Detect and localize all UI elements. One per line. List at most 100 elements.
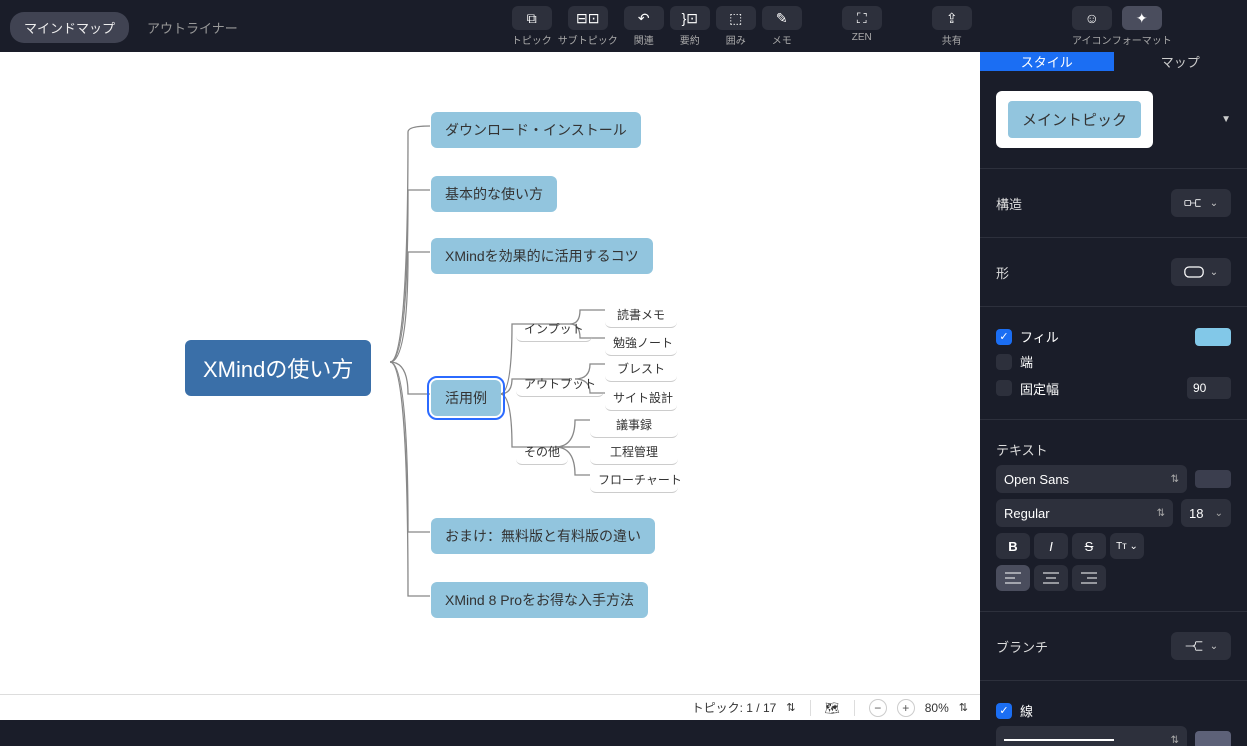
- format-icon: ✦: [1136, 10, 1148, 27]
- fill-color-swatch[interactable]: [1195, 328, 1231, 346]
- toolbar-right1: ⛶ZEN: [842, 6, 882, 43]
- shape-section: 形 ⌄: [980, 238, 1247, 307]
- chevron-down-icon: ⌄: [1210, 641, 1218, 652]
- preview-node: メイントピック: [1008, 101, 1141, 138]
- checkbox-checked-icon: ✓: [996, 703, 1012, 719]
- bold-button[interactable]: B: [996, 533, 1030, 559]
- subtopic-button[interactable]: ⊟⊡サブトピック: [558, 6, 618, 47]
- fixedwidth-input[interactable]: [1187, 377, 1231, 399]
- view-outliner[interactable]: アウトライナー: [133, 12, 252, 43]
- text-section: テキスト Open Sans⇅ Regular⇅ 18⌄ B I S Tᴛ ⌄: [980, 420, 1247, 612]
- panel-tabs: スタイル マップ: [980, 52, 1247, 71]
- node-leaf[interactable]: 読書メモ: [605, 302, 677, 328]
- zen-icon: ⛶: [857, 10, 867, 27]
- node-sub[interactable]: インプット: [516, 316, 592, 342]
- size-select[interactable]: 18⌄: [1181, 499, 1231, 527]
- zen-button[interactable]: ⛶ZEN: [842, 6, 882, 43]
- align-left-button[interactable]: [996, 565, 1030, 591]
- updown-icon: ⇅: [1171, 735, 1179, 746]
- text-color-swatch[interactable]: [1195, 470, 1231, 488]
- node-sub[interactable]: アウトプット: [516, 371, 604, 397]
- node-main[interactable]: 基本的な使い方: [431, 176, 557, 212]
- line-style-select[interactable]: ⇅: [996, 726, 1187, 746]
- summary-icon: }⊡: [682, 10, 698, 27]
- align-right-button[interactable]: [1072, 565, 1106, 591]
- node-sub[interactable]: その他: [516, 439, 568, 465]
- node-main-selected[interactable]: 活用例: [431, 380, 501, 416]
- view-mindmap[interactable]: マインドマップ: [10, 12, 129, 43]
- status-bar: トピック: 1 / 17 ⇅ 🗺 − + 80% ⇅: [0, 694, 980, 720]
- font-select[interactable]: Open Sans⇅: [996, 465, 1187, 493]
- chevron-down-icon: ⌄: [1210, 267, 1218, 278]
- icon-panel-button[interactable]: ☺アイコン: [1072, 6, 1112, 47]
- branch-label: ブランチ: [996, 637, 1048, 656]
- updown-icon: ⇅: [1157, 508, 1165, 519]
- updown-icon[interactable]: ⇅: [786, 701, 795, 714]
- text-section-label: テキスト: [996, 440, 1048, 459]
- strike-button[interactable]: S: [1072, 533, 1106, 559]
- zoom-caret-icon[interactable]: ⇅: [959, 701, 968, 714]
- canvas[interactable]: XMindの使い方 ダウンロード・インストール 基本的な使い方 XMindを効果…: [0, 52, 980, 720]
- preview-caret-icon[interactable]: ▼: [1221, 114, 1231, 125]
- structure-picker[interactable]: ⌄: [1171, 189, 1231, 217]
- zoom-in-button[interactable]: +: [897, 699, 915, 717]
- shape-picker[interactable]: ⌄: [1171, 258, 1231, 286]
- chevron-down-icon: ⌄: [1210, 198, 1218, 209]
- checkbox-checked-icon: ✓: [996, 329, 1012, 345]
- weight-select[interactable]: Regular⇅: [996, 499, 1173, 527]
- line-color-swatch[interactable]: [1195, 731, 1231, 746]
- tab-style[interactable]: スタイル: [980, 52, 1114, 71]
- node-root[interactable]: XMindの使い方: [185, 340, 371, 396]
- fixedwidth-checkbox[interactable]: 固定幅: [996, 379, 1059, 398]
- updown-icon: ⇅: [1171, 474, 1179, 485]
- line-section: ✓ 線 ⇅: [980, 681, 1247, 746]
- boundary-icon: ⬚: [729, 10, 742, 27]
- boundary-button[interactable]: ⬚囲み: [716, 6, 756, 47]
- format-panel-button[interactable]: ✦フォーマット: [1112, 6, 1172, 47]
- note-icon: ✎: [776, 10, 788, 27]
- tab-map[interactable]: マップ: [1114, 52, 1247, 71]
- branch-picker[interactable]: ⌄: [1171, 632, 1231, 660]
- border-label: 端: [1020, 352, 1033, 371]
- fixedwidth-label: 固定幅: [1020, 379, 1059, 398]
- node-main[interactable]: おまけ：無料版と有料版の違い: [431, 518, 655, 554]
- italic-button[interactable]: I: [1034, 533, 1068, 559]
- node-leaf[interactable]: 工程管理: [590, 439, 678, 465]
- topic-icon: ⧉: [527, 10, 537, 27]
- top-toolbar: マインドマップ アウトライナー ⧉トピック ⊟⊡サブトピック ↶関連 }⊡要約 …: [0, 0, 1247, 52]
- zoom-level[interactable]: 80%: [925, 701, 949, 715]
- topic-button[interactable]: ⧉トピック: [512, 6, 552, 47]
- node-main[interactable]: XMindを効果的に活用するコツ: [431, 238, 653, 274]
- chevron-down-icon: ⌄: [1215, 508, 1223, 519]
- note-button[interactable]: ✎メモ: [762, 6, 802, 47]
- relationship-button[interactable]: ↶関連: [624, 6, 664, 47]
- branch-section: ブランチ ⌄: [980, 612, 1247, 681]
- shape-label: 形: [996, 263, 1009, 282]
- border-checkbox[interactable]: 端: [996, 352, 1033, 371]
- share-button[interactable]: ⇪共有: [932, 6, 972, 47]
- node-main[interactable]: ダウンロード・インストール: [431, 112, 641, 148]
- node-leaf[interactable]: 議事録: [590, 412, 678, 438]
- summary-button[interactable]: }⊡要約: [670, 6, 710, 47]
- relationship-icon: ↶: [638, 10, 650, 27]
- fill-section: ✓ フィル 端 固定幅: [980, 307, 1247, 420]
- node-leaf[interactable]: 勉強ノート: [605, 330, 677, 356]
- fill-checkbox[interactable]: ✓ フィル: [996, 327, 1059, 346]
- toolbar-right3: ☺アイコン ✦フォーマット: [1072, 6, 1172, 47]
- structure-label: 構造: [996, 194, 1022, 213]
- zoom-out-button[interactable]: −: [869, 699, 887, 717]
- toolbar-right2: ⇪共有: [932, 6, 972, 47]
- line-label: 線: [1020, 701, 1033, 720]
- format-panel: スタイル マップ メイントピック ▼ 構造 ⌄ 形 ⌄: [980, 52, 1247, 746]
- line-checkbox[interactable]: ✓ 線: [996, 701, 1033, 720]
- case-button[interactable]: Tᴛ ⌄: [1110, 533, 1144, 559]
- structure-section: 構造 ⌄: [980, 169, 1247, 238]
- node-main[interactable]: XMind 8 Proをお得な入手方法: [431, 582, 648, 618]
- node-leaf[interactable]: ブレスト: [605, 356, 677, 382]
- preview-section: メイントピック ▼: [980, 71, 1247, 169]
- smiley-icon: ☺: [1085, 10, 1099, 26]
- node-leaf[interactable]: サイト設計: [605, 385, 677, 411]
- map-overview-icon[interactable]: 🗺: [825, 701, 840, 715]
- node-leaf[interactable]: フローチャート: [590, 467, 678, 493]
- align-center-button[interactable]: [1034, 565, 1068, 591]
